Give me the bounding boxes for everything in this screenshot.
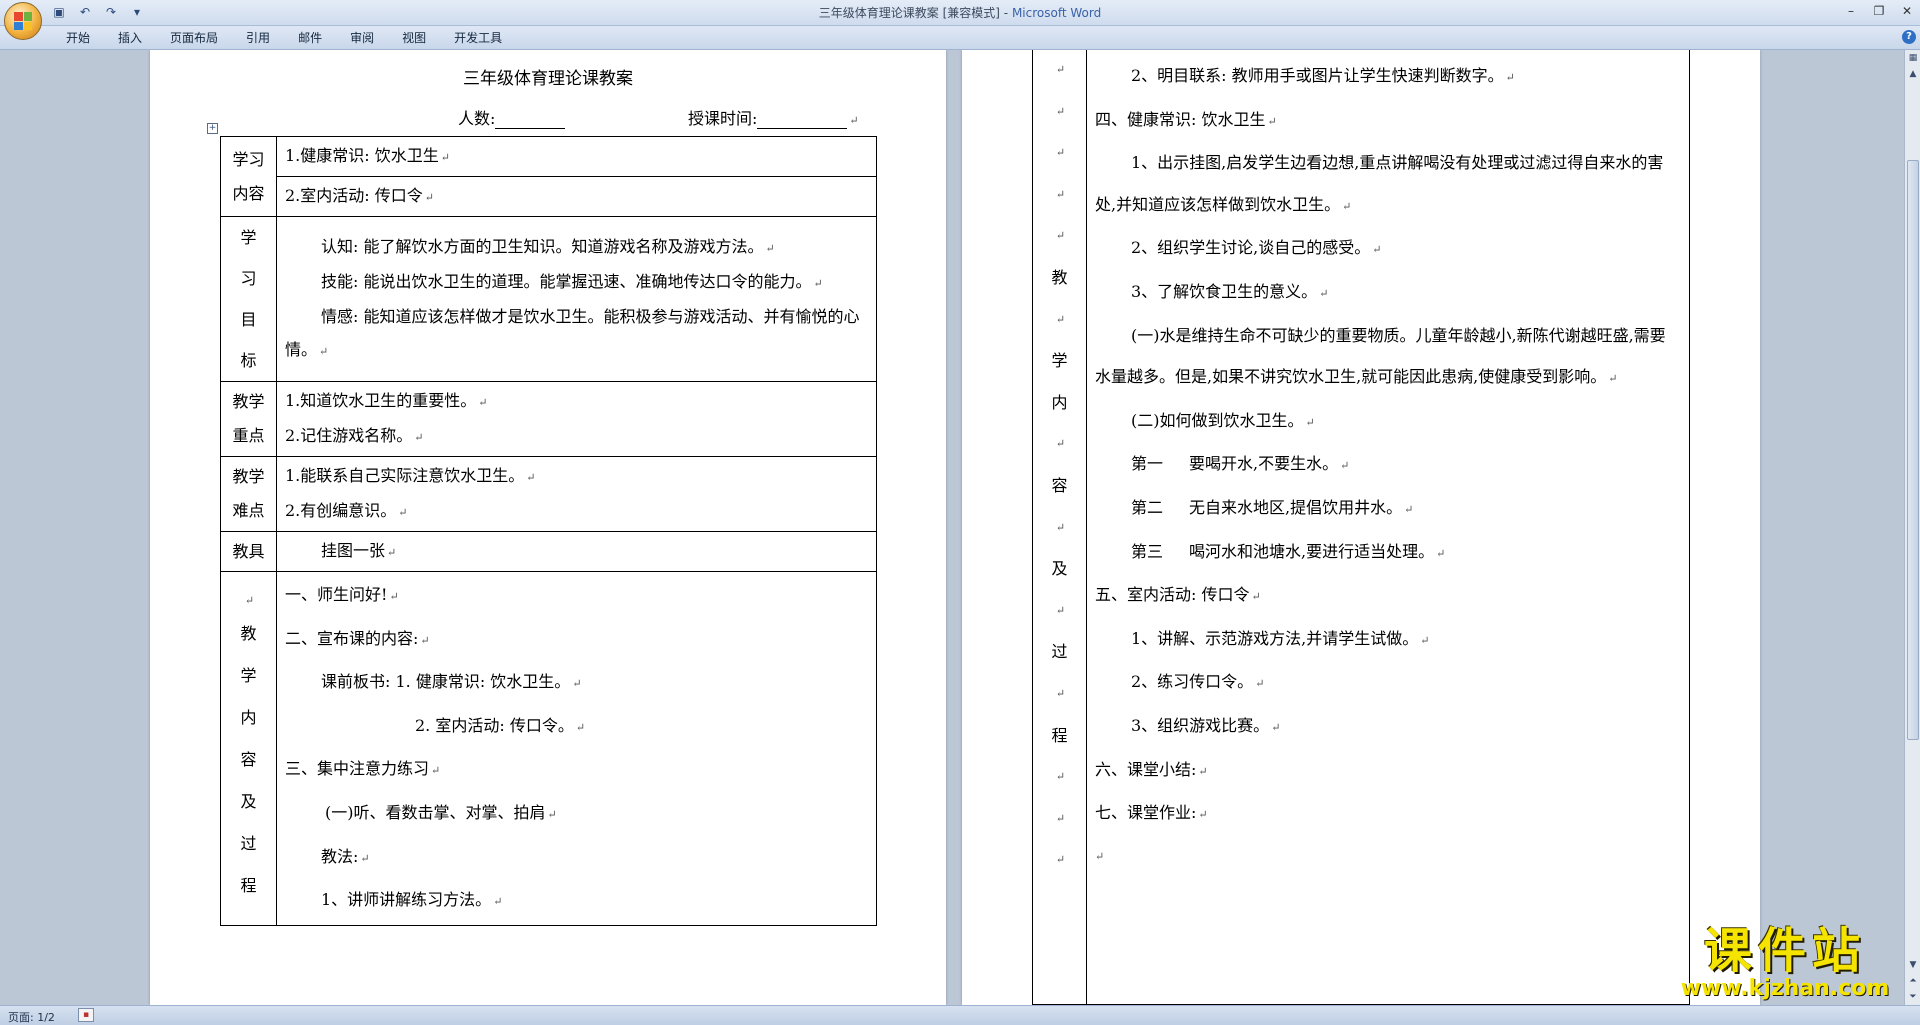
class-time-line: 授课时间: ↵ — [688, 109, 859, 129]
table-row: 教学 难点 1.能联系自己实际注意饮水卫生。 ↵ 2.有创编意识。 ↵ — [220, 456, 877, 532]
vertical-scrollbar[interactable]: ▦ ▲ ▼ ⏶ ⏷ — [1904, 50, 1920, 1005]
doc-title: 三年级体育理论课教案 — [463, 69, 633, 89]
process-header-cell-continued: ↵ ↵ ↵ ↵ ↵ 教 ↵ 学 内 ↵ 容 ↵ 及 ↵ 过 ↵ 程 ↵ ↵ ↵ — [1032, 50, 1087, 1005]
process-header-cell: ↵ 教 学 内 容 及 过 程 — [220, 571, 277, 926]
table-row: ↵ ↵ ↵ ↵ ↵ 教 ↵ 学 内 ↵ 容 ↵ 及 ↵ 过 ↵ 程 ↵ ↵ ↵ … — [1032, 50, 1690, 1005]
tab-insert[interactable]: 插入 — [104, 30, 156, 46]
macro-record-icon[interactable]: ▪ — [78, 1008, 94, 1022]
people-count-line: 人数: — [458, 105, 566, 129]
table-row: ↵ 教 学 内 容 及 过 程 一、师生问好! ↵ 二、宣布课的内容: ↵ 课前板书… — [220, 571, 877, 926]
content-header-cell: 学习 内容 — [220, 136, 277, 217]
close-icon[interactable]: ✕ — [1898, 2, 1916, 20]
table-row: 2.室内活动: 传口令 ↵ — [221, 176, 877, 217]
content-item-2: 2.室内活动: 传口令 ↵ — [276, 176, 877, 217]
table-move-handle-icon[interactable]: + — [207, 123, 218, 134]
previous-page-icon[interactable]: ⏶ — [1905, 973, 1920, 989]
tab-page-layout[interactable]: 页面布局 — [156, 30, 232, 46]
watermark-url: www.kjzhan.com — [1680, 976, 1890, 1001]
goal-header-cell: 学 习 目 标 — [220, 216, 277, 382]
tab-mailings[interactable]: 邮件 — [284, 30, 336, 46]
difficulty-cell: 1.能联系自己实际注意饮水卫生。 ↵ 2.有创编意识。 ↵ — [276, 456, 877, 532]
tab-review[interactable]: 审阅 — [336, 30, 388, 46]
table-row: 教具 挂图一张 ↵ — [220, 531, 877, 572]
goal-cell: 认知: 能了解饮水方面的卫生知识。知道游戏名称及游戏方法。 ↵ 技能: 能说出饮水… — [276, 216, 877, 382]
document-title: 三年级体育理论课教案 [兼容模式] — [818, 6, 1000, 20]
title-bar: ▣ ↶ ↷ ▾ 三年级体育理论课教案 [兼容模式] - Microsoft Wo… — [0, 0, 1920, 40]
teaching-aid-header-cell: 教具 — [220, 531, 277, 572]
document-workspace[interactable]: 三年级体育理论课教案 人数: 授课时间: ↵ + 学习 内容 1.健康常识: 饮水… — [0, 50, 1904, 1005]
people-label: 人数: — [458, 109, 496, 128]
window-title: 三年级体育理论课教案 [兼容模式] - Microsoft Word — [818, 6, 1102, 20]
office-logo-icon — [14, 12, 32, 30]
process-cell-continued: 2、明目联系: 教师用手或图片让学生快速判断数字。 ↵ 四、健康常识: 饮水卫生 ↵… — [1086, 50, 1690, 1005]
help-icon[interactable]: ? — [1902, 30, 1916, 44]
tab-home[interactable]: 开始 — [52, 30, 104, 46]
key-point-cell: 1.知道饮水卫生的重要性。 ↵ 2.记住游戏名称。 ↵ — [276, 381, 877, 457]
difficulty-header-cell: 教学 难点 — [220, 456, 277, 532]
office-button[interactable] — [4, 2, 42, 40]
status-bar: 页面: 1/2 ▪ — [0, 1005, 1920, 1025]
page-1[interactable]: 三年级体育理论课教案 人数: 授课时间: ↵ + 学习 内容 1.健康常识: 饮水… — [150, 50, 946, 1005]
ribbon-tab-bar: 开始 插入 页面布局 引用 邮件 审阅 视图 开发工具 ? — [0, 26, 1920, 50]
content-item-1: 1.健康常识: 饮水卫生 ↵ — [276, 136, 877, 177]
class-time-blank — [757, 111, 848, 129]
table-row: 教学 重点 1.知道饮水卫生的重要性。 ↵ 2.记住游戏名称。 ↵ — [220, 381, 877, 457]
key-point-header-cell: 教学 重点 — [220, 381, 277, 457]
scroll-down-icon[interactable]: ▼ — [1905, 957, 1920, 973]
tab-references[interactable]: 引用 — [232, 30, 284, 46]
tab-developer[interactable]: 开发工具 — [440, 30, 516, 46]
scroll-thumb[interactable] — [1907, 160, 1919, 740]
table-row: 学习 内容 1.健康常识: 饮水卫生 ↵ — [220, 136, 877, 217]
table-row: 学 习 目 标 认知: 能了解饮水方面的卫生知识。知道游戏名称及游戏方法。 ↵ 技… — [220, 216, 877, 382]
minimize-icon[interactable]: – — [1842, 2, 1860, 20]
scroll-up-icon[interactable]: ▲ — [1905, 66, 1920, 82]
next-page-icon[interactable]: ⏷ — [1905, 989, 1920, 1005]
tab-view[interactable]: 视图 — [388, 30, 440, 46]
people-blank — [495, 111, 566, 129]
watermark-text: 课件站 — [1703, 923, 1866, 979]
app-name: Microsoft Word — [1011, 6, 1102, 20]
page-2[interactable]: ↵ ↵ ↵ ↵ ↵ 教 ↵ 学 内 ↵ 容 ↵ 及 ↵ 过 ↵ 程 ↵ ↵ ↵ … — [962, 50, 1760, 1005]
restore-icon[interactable]: ❐ — [1870, 2, 1888, 20]
process-cell: 一、师生问好! ↵ 二、宣布课的内容: ↵ 课前板书: 1. 健康常识: 饮水卫生。… — [276, 571, 877, 926]
ruler-toggle-icon[interactable]: ▦ — [1905, 50, 1920, 66]
window-controls: – ❐ ✕ — [1842, 2, 1916, 20]
lesson-plan-table: 学习 内容 1.健康常识: 饮水卫生 ↵ 2.室内活动: 传口令 ↵ 学 习 目 标… — [220, 136, 877, 926]
lesson-plan-table-continued: ↵ ↵ ↵ ↵ ↵ 教 ↵ 学 内 ↵ 容 ↵ 及 ↵ 过 ↵ 程 ↵ ↵ ↵ … — [1032, 50, 1690, 1005]
site-watermark: 课件站 www.kjzhan.com — [1665, 925, 1905, 1001]
class-time-label: 授课时间: — [688, 109, 758, 128]
teaching-aid-cell: 挂图一张 ↵ — [276, 531, 877, 572]
page-indicator[interactable]: 页面: 1/2 — [8, 1009, 55, 1025]
